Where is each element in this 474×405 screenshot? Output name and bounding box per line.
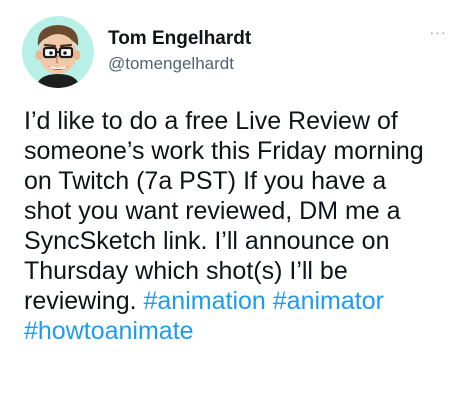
author-names: Tom Engelhardt @tomengelhardt [108, 27, 251, 76]
tweet-header: Tom Engelhardt @tomengelhardt ··· [22, 16, 452, 88]
hashtag-howtoanimate-link[interactable]: #howtoanimate [24, 317, 194, 345]
hashtag-animation-link[interactable]: #animation [144, 287, 266, 315]
tweet-line: I’d like to do a free Live Review of [24, 107, 398, 135]
tweet-line: someone’s work this Friday morning [24, 137, 424, 165]
more-options-icon[interactable]: ··· [424, 22, 452, 42]
tweet-line: #howtoanimate [24, 316, 464, 346]
avatar-image [22, 16, 94, 88]
tweet-line: on Twitch (7a PST) If you have a [24, 167, 387, 195]
hashtag-animator-link[interactable]: #animator [273, 287, 384, 315]
author-display-name[interactable]: Tom Engelhardt [108, 27, 251, 51]
avatar[interactable] [22, 16, 94, 88]
tweet-line: reviewing. #animation #animator [24, 286, 464, 316]
tweet-line-text: reviewing. [24, 287, 144, 315]
tweet-line: shot you want reviewed, DM me a [24, 197, 401, 225]
tweet-card: Tom Engelhardt @tomengelhardt ··· I’d li… [0, 0, 474, 405]
author-handle[interactable]: @tomengelhardt [108, 52, 251, 76]
tweet-text: I’d like to do a free Live Review of som… [24, 106, 464, 346]
tweet-line: Thursday which shot(s) I’ll be [24, 257, 348, 285]
tweet-line: SyncSketch link. I’ll announce on [24, 227, 390, 255]
